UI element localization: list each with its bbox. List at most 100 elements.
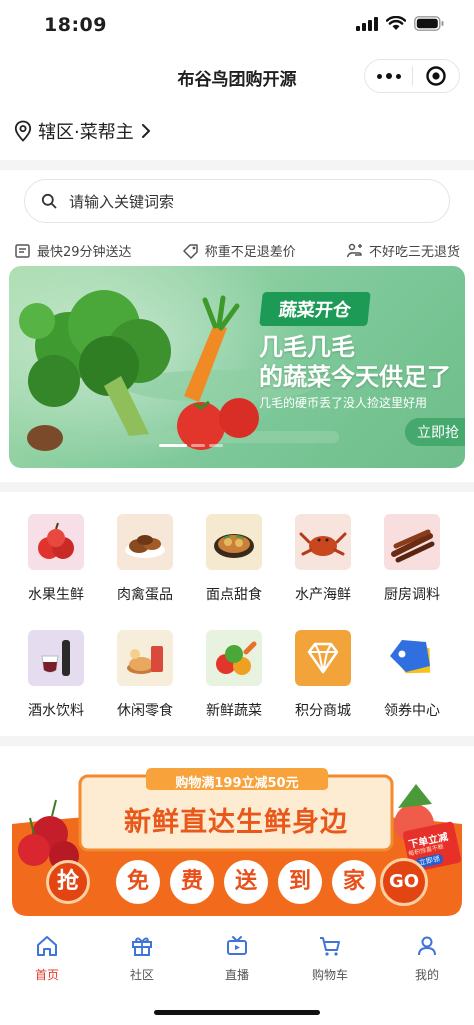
section-divider (0, 160, 474, 170)
home-icon (37, 936, 57, 956)
close-button[interactable] (413, 65, 459, 87)
location-pin-icon (14, 120, 32, 142)
dot-icon (385, 73, 392, 79)
fruit-icon (28, 514, 84, 570)
category-meat[interactable]: 肉禽蛋品 (101, 514, 189, 604)
promo-top-text: 购物满199立减50元 (175, 776, 299, 791)
user-icon (418, 936, 436, 956)
promo-char-circle: 送 (224, 860, 268, 904)
pagination-dot (209, 444, 223, 447)
seasoning-icon (384, 514, 440, 570)
chevron-right-icon (141, 124, 150, 138)
category-label: 肉禽蛋品 (117, 587, 173, 603)
feature-refund: 不好吃三无退货 (346, 241, 460, 260)
category-label: 面点甜食 (206, 587, 262, 603)
refund-icon (346, 243, 362, 257)
location-label: 辖区·菜帮主 (38, 122, 134, 143)
search-icon (41, 193, 57, 209)
cart-icon (320, 937, 340, 956)
promo-char-circle: 免 (116, 860, 160, 904)
home-indicator (154, 1010, 320, 1015)
feature-delivery: 最快29分钟送达 (14, 241, 132, 260)
category-label: 厨房调料 (384, 587, 440, 603)
category-label: 新鲜蔬菜 (206, 703, 262, 719)
category-label: 领券中心 (384, 703, 440, 719)
nav-bar: 布谷鸟团购开源 (0, 52, 474, 102)
feature-label: 称重不足退差价 (204, 245, 296, 260)
banner-subtitle: 几毛的硬币丢了没人捡这里好用 (259, 396, 428, 410)
more-button[interactable] (365, 73, 412, 79)
search-input[interactable]: 请输入关键词索 (24, 179, 450, 223)
pastry-icon (206, 514, 262, 570)
service-features: 最快29分钟送达 称重不足退差价 不好吃三无退货 (14, 241, 460, 260)
section-divider (0, 736, 474, 746)
tag-icon (183, 243, 198, 259)
category-coupon-center[interactable]: 领券中心 (368, 630, 456, 720)
promo-banner[interactable]: 蔬菜开仓 几毛几毛 的蔬菜今天供足了 几毛的硬币丢了没人捡这里好用 立即抢 (9, 266, 465, 468)
category-seasoning[interactable]: 厨房调料 (368, 514, 456, 604)
category-label: 积分商城 (295, 703, 351, 719)
category-snacks[interactable]: 休闲零食 (101, 630, 189, 720)
category-label: 水产海鲜 (295, 587, 351, 603)
category-label: 休闲零食 (117, 703, 173, 719)
battery-icon (414, 16, 444, 31)
tab-label: 社区 (129, 968, 154, 982)
snacks-icon (117, 630, 173, 686)
tab-label: 我的 (414, 968, 439, 982)
seafood-icon (295, 514, 351, 570)
promo-char-circle: 到 (278, 860, 322, 904)
capsule-menu (364, 59, 460, 93)
signal-icon (356, 16, 378, 31)
pagination-dot-active (159, 444, 187, 447)
meat-icon (117, 514, 173, 570)
promo-char-circle: 家 (332, 860, 376, 904)
status-icons (356, 16, 444, 31)
promo-ad-banner[interactable]: 购物满199立减50元 新鲜直达生鲜身边 下单立减 每积惊喜不断 立即领 抢 免… (12, 764, 462, 916)
search-placeholder: 请输入关键词索 (69, 192, 175, 211)
tab-label: 购物车 (311, 968, 348, 982)
category-points-mall[interactable]: 积分商城 (279, 630, 367, 720)
promo-main-text: 新鲜直达生鲜身边 (124, 807, 348, 838)
category-vegetables[interactable]: 新鲜蔬菜 (190, 630, 278, 720)
feature-label: 最快29分钟送达 (37, 245, 132, 260)
vegetables-icon (206, 630, 262, 686)
category-label: 水果生鲜 (28, 587, 84, 603)
feature-label: 不好吃三无退货 (368, 245, 460, 260)
feature-weight: 称重不足退差价 (182, 241, 296, 260)
banner-tag: 蔬菜开仓 (259, 292, 371, 326)
drinks-icon (28, 630, 84, 686)
tab-label: 直播 (224, 968, 249, 982)
pagination-dot (191, 444, 205, 447)
promo-char-circle: 费 (170, 860, 214, 904)
banner-headline-2: 的蔬菜今天供足了 (259, 363, 451, 391)
banner-pagination (159, 444, 223, 447)
tab-home[interactable]: 首页 (17, 934, 77, 983)
location-selector[interactable]: 辖区·菜帮主 (14, 118, 152, 144)
wifi-icon (386, 16, 406, 30)
tab-me[interactable]: 我的 (397, 934, 457, 983)
section-divider (0, 482, 474, 492)
category-seafood[interactable]: 水产海鲜 (279, 514, 367, 604)
live-icon (227, 936, 247, 955)
diamond-icon (295, 630, 351, 686)
promo-go-button: GO (380, 858, 428, 906)
dot-icon (376, 73, 382, 79)
target-icon (426, 66, 446, 86)
delivery-icon (15, 243, 30, 258)
banner-headline-1: 几毛几毛 (259, 333, 355, 361)
gift-icon (132, 937, 152, 956)
dot-icon (395, 73, 401, 79)
category-pastry[interactable]: 面点甜食 (190, 514, 278, 604)
tab-community[interactable]: 社区 (112, 934, 172, 983)
tab-cart[interactable]: 购物车 (300, 934, 360, 983)
category-label: 酒水饮料 (28, 703, 84, 719)
status-bar: 18:09 (0, 0, 474, 52)
category-fruit[interactable]: 水果生鲜 (12, 514, 100, 604)
category-drinks[interactable]: 酒水饮料 (12, 630, 100, 720)
promo-grab-circle: 抢 (46, 860, 90, 904)
promo-char-row: 抢 免 费 送 到 家 GO (46, 858, 428, 906)
status-time: 18:09 (44, 14, 107, 36)
banner-cta-button[interactable]: 立即抢 (405, 418, 465, 446)
tab-label: 首页 (34, 968, 59, 982)
tab-live[interactable]: 直播 (207, 934, 267, 983)
